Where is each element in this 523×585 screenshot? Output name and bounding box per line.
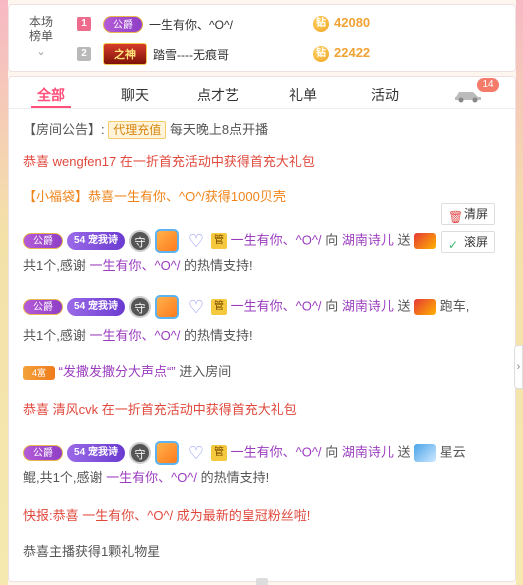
rank-number: 2 — [77, 47, 91, 61]
chat-message: 恭喜 清风cvk 在一折首充活动中获得首充大礼包 — [23, 402, 297, 417]
gem-icon — [155, 229, 179, 253]
pet-badge-icon: 54 宠我诗 — [67, 298, 125, 316]
rank-row-1[interactable]: 1 公爵 一生有你、^O^/ — [77, 13, 233, 35]
trash-icon: 🗑 — [448, 210, 464, 224]
announce-text: 每天晚上8点开播 — [169, 122, 269, 137]
gift-count-text: 鲲,共1个,感谢 — [23, 470, 103, 485]
admin-icon: 管 — [211, 233, 227, 249]
bottom-drag-handle[interactable] — [256, 578, 268, 585]
chevron-down-icon[interactable]: ⌄ — [23, 45, 59, 59]
heart-icon: ♡ — [187, 443, 205, 463]
check-circle-icon: ✓ — [448, 238, 459, 252]
rank-label-line1: 本场 — [28, 15, 53, 29]
duke-badge-icon: 公爵 — [23, 299, 63, 315]
chat-panel: 全部 聊天 点才艺 礼单 活动 14 【房间公告】: 代理充值 每天晚上8点开播… — [8, 76, 516, 582]
tab-chat[interactable]: 聊天 — [121, 85, 149, 105]
gift-message: 公爵 54 宠我诗 守 ♡ 管 一生有你、^O^/ 向 湖南诗儿 送 — [23, 229, 437, 253]
anchor-link[interactable]: 湖南诗儿 — [342, 444, 394, 459]
verb-text: 送 — [397, 298, 411, 314]
nebula-gift-icon — [414, 444, 437, 462]
user-link[interactable]: 一生有你、^O^/ — [231, 232, 322, 247]
duke-badge-icon: 公爵 — [23, 445, 63, 461]
tab-activity[interactable]: 活动 — [371, 85, 399, 105]
coin-icon: 钻 — [313, 16, 329, 32]
rank-score: 42080 — [334, 15, 371, 30]
gift-name: 星云 — [439, 444, 466, 460]
thanks-text: 的热情支持! — [200, 470, 270, 485]
anchor-link[interactable]: 湖南诗儿 — [342, 298, 394, 313]
thanks-text: 的热情支持! — [184, 258, 253, 273]
user-link[interactable]: “发撒发撒分大声点“” — [59, 364, 176, 379]
gift-message-cont: 鲲,共1个,感谢 一生有你、^O^/ 的热情支持! — [23, 469, 269, 487]
verb-text: 向 — [325, 444, 339, 460]
pet-badge-icon: 54 宠我诗 — [67, 232, 125, 250]
chat-message: 恭喜 wengfen17 在一折首充活动中获得首充大礼包 — [23, 154, 315, 169]
chat-tabs: 全部 聊天 点才艺 礼单 活动 14 — [9, 77, 515, 109]
rank-score: 22422 — [334, 45, 371, 60]
agent-recharge-link[interactable]: 代理充值 — [108, 121, 167, 139]
scroll-screen-button[interactable]: ✓ 滚屏 — [441, 231, 495, 253]
thanks-text: 的热情支持! — [184, 328, 253, 343]
heart-icon: ♡ — [187, 231, 205, 251]
tab-talent[interactable]: 点才艺 — [197, 85, 239, 105]
guard-icon: 守 — [129, 296, 151, 318]
user-link[interactable]: 一生有你、^O^/ — [231, 298, 322, 313]
announce-prefix: 【房间公告】: — [23, 122, 105, 137]
user-link[interactable]: 一生有你、^O^/ — [89, 258, 180, 273]
car-count-badge: 14 — [477, 78, 499, 92]
wealth-level-badge: 4富 — [23, 365, 55, 380]
rank-user-name[interactable]: 踏雪----无痕哥 — [153, 46, 229, 63]
tab-all[interactable]: 全部 — [37, 85, 65, 105]
rank-toggle[interactable]: 本场 榜单 ⌄ — [23, 15, 59, 59]
chevron-right-icon[interactable]: › — [514, 345, 523, 389]
rank-label-line2: 榜单 — [28, 29, 53, 43]
heart-icon: ♡ — [187, 297, 205, 317]
rank-row-2[interactable]: 2 之神 踏雪----无痕哥 — [77, 43, 229, 65]
active-tab-indicator — [31, 106, 71, 108]
verb-text: 送 — [397, 232, 411, 248]
chat-message: 恭喜主播获得1颗礼物星 — [23, 544, 161, 559]
coin-icon: 钻 — [313, 46, 329, 62]
rank-panel: 本场 榜单 ⌄ 1 公爵 一生有你、^O^/ 钻 42080 2 之神 踏雪--… — [8, 4, 516, 72]
gift-message: 公爵 54 宠我诗 守 ♡ 管 一生有你、^O^/ 向 湖南诗儿 送 星云 — [23, 441, 466, 465]
verb-text: 向 — [325, 298, 339, 314]
gift-name: 跑车, — [439, 298, 470, 314]
enter-room-message: 4富 “发撒发撒分大声点“” 进入房间 — [23, 363, 231, 381]
gem-icon — [155, 441, 179, 465]
rank-number: 1 — [77, 17, 91, 31]
clear-screen-button[interactable]: 🗑 清屏 — [441, 203, 495, 225]
scroll-screen-label: 滚屏 — [464, 235, 489, 249]
verb-text: 送 — [397, 444, 411, 460]
admin-icon: 管 — [211, 445, 227, 461]
duke-badge-icon: 公爵 — [23, 233, 63, 249]
duke-badge-icon: 公爵 — [103, 15, 143, 33]
gift-message-cont: 共1个,感谢 一生有你、^O^/ 的热情支持! — [23, 257, 253, 275]
chat-message: 【小福袋】恭喜一生有你、^O^/获得1000贝壳 — [23, 189, 286, 204]
verb-text: 向 — [325, 232, 339, 248]
announcement: 【房间公告】: 代理充值 每天晚上8点开播 — [23, 121, 268, 139]
clear-screen-label: 清屏 — [464, 207, 489, 221]
guard-icon: 守 — [129, 442, 151, 464]
user-link[interactable]: 一生有你、^O^/ — [89, 328, 180, 343]
news-flash-message: 快报:恭喜 一生有你、^O^/ 成为最新的皇冠粉丝啦! — [23, 508, 311, 523]
user-link[interactable]: 一生有你、^O^/ — [231, 444, 322, 459]
rank-user-name[interactable]: 一生有你、^O^/ — [149, 16, 233, 33]
anchor-link[interactable]: 湖南诗儿 — [342, 232, 394, 247]
user-link[interactable]: 一生有你、^O^/ — [106, 470, 197, 485]
god-badge-icon: 之神 — [103, 43, 147, 65]
guard-icon: 守 — [129, 230, 151, 252]
admin-icon: 管 — [211, 299, 227, 315]
gift-count-text: 共1个,感谢 — [23, 258, 86, 273]
gift-count-text: 共1个,感谢 — [23, 328, 86, 343]
gift-icon — [414, 233, 437, 249]
chat-scrollbar[interactable] — [509, 113, 515, 575]
enter-text: 进入房间 — [179, 364, 232, 379]
gem-icon — [155, 295, 179, 319]
tab-gift-list[interactable]: 礼单 — [289, 85, 317, 105]
gift-message: 公爵 54 宠我诗 守 ♡ 管 一生有你、^O^/ 向 湖南诗儿 送 跑车, — [23, 295, 469, 319]
gift-message-cont: 共1个,感谢 一生有你、^O^/ 的热情支持! — [23, 327, 253, 345]
sports-car-gift-icon — [414, 299, 437, 315]
pet-badge-icon: 54 宠我诗 — [67, 444, 125, 462]
